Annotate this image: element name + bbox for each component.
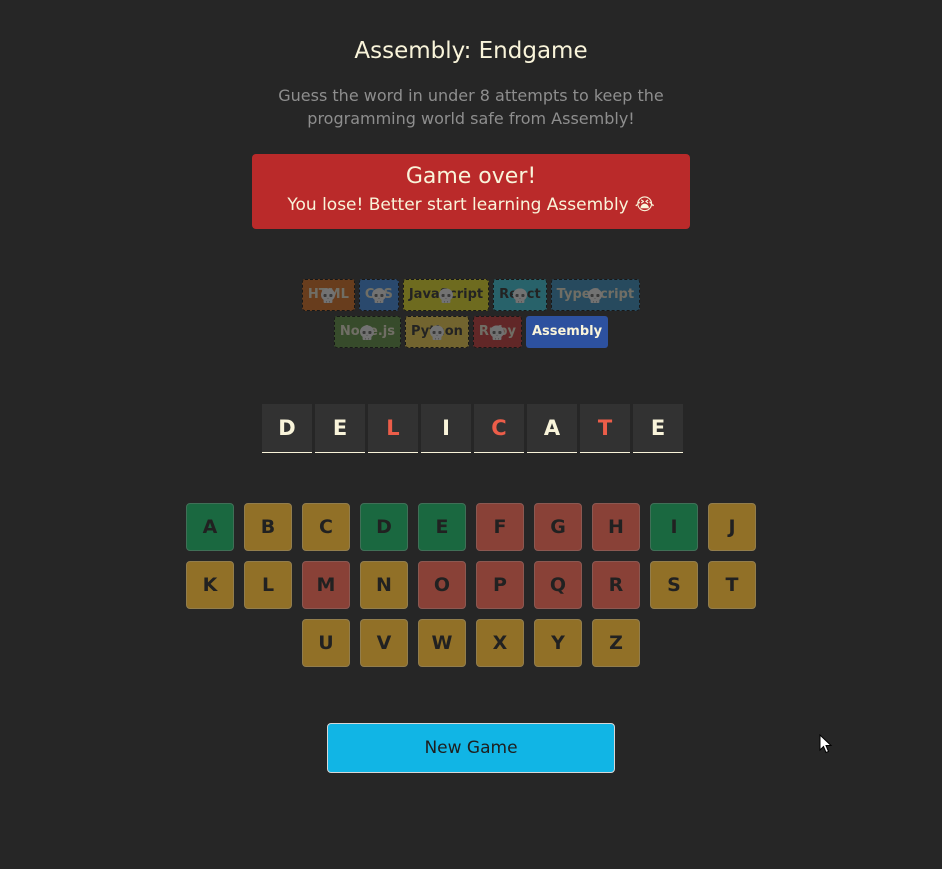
skull-icon (586, 286, 604, 304)
key-h[interactable]: H (592, 503, 640, 551)
skull-icon (437, 286, 455, 304)
language-chip-ruby: Ruby (472, 316, 522, 348)
key-x[interactable]: X (476, 619, 524, 667)
language-chip-label: Assembly (531, 324, 603, 339)
keyboard-row: UVWXYZ (176, 619, 766, 667)
language-chip-react: React (493, 279, 547, 311)
word-letter: D (262, 404, 312, 453)
word-letter: T (580, 404, 630, 453)
key-g[interactable]: G (534, 503, 582, 551)
language-chip-python: Python (404, 316, 469, 348)
key-o[interactable]: O (418, 561, 466, 609)
key-u[interactable]: U (302, 619, 350, 667)
skull-icon (488, 323, 506, 341)
language-chip-row: Node.jsPythonRuby Assembly (0, 316, 942, 348)
crying-emoji-icon: 😭 (634, 195, 655, 215)
language-chip-row: HTMLCSSJavaScriptReactTypeScript (0, 279, 942, 311)
mouse-cursor-icon (819, 734, 833, 754)
key-p[interactable]: P (476, 561, 524, 609)
word-letter: L (368, 404, 418, 453)
key-y[interactable]: Y (534, 619, 582, 667)
key-m[interactable]: M (302, 561, 350, 609)
key-w[interactable]: W (418, 619, 466, 667)
key-b[interactable]: B (244, 503, 292, 551)
key-i[interactable]: I (650, 503, 698, 551)
skull-icon (370, 286, 388, 304)
word-letter: E (633, 404, 683, 453)
language-chips: HTMLCSSJavaScriptReactTypeScript Node.js… (0, 279, 942, 353)
word-display: DELICATE (262, 404, 683, 453)
key-z[interactable]: Z (592, 619, 640, 667)
key-n[interactable]: N (360, 561, 408, 609)
game-subtitle: Guess the word in under 8 attempts to ke… (278, 86, 664, 128)
game-title: Assembly: Endgame (354, 38, 588, 64)
key-d[interactable]: D (360, 503, 408, 551)
language-chip-typescript: TypeScript (550, 279, 641, 311)
key-c[interactable]: C (302, 503, 350, 551)
key-q[interactable]: Q (534, 561, 582, 609)
keyboard: ABCDEFGHIJ KLMNOPQRST UVWXYZ (176, 503, 766, 677)
language-chip-assembly: Assembly (525, 316, 609, 348)
language-chip-nodejs: Node.js (333, 316, 401, 348)
game-status-banner: Game over! You lose! Better start learni… (252, 154, 690, 229)
key-a[interactable]: A (186, 503, 234, 551)
word-letter: C (474, 404, 524, 453)
word-letter: I (421, 404, 471, 453)
key-r[interactable]: R (592, 561, 640, 609)
key-t[interactable]: T (708, 561, 756, 609)
key-l[interactable]: L (244, 561, 292, 609)
skull-icon (319, 286, 337, 304)
status-title: Game over! (405, 164, 537, 189)
word-letter: A (527, 404, 577, 453)
keyboard-row: ABCDEFGHIJ (176, 503, 766, 551)
skull-icon (428, 323, 446, 341)
language-chip-html: HTML (301, 279, 355, 311)
key-j[interactable]: J (708, 503, 756, 551)
keyboard-row: KLMNOPQRST (176, 561, 766, 609)
language-chip-javascript: JavaScript (402, 279, 490, 311)
key-s[interactable]: S (650, 561, 698, 609)
key-v[interactable]: V (360, 619, 408, 667)
new-game-button[interactable]: New Game (327, 723, 615, 773)
key-f[interactable]: F (476, 503, 524, 551)
language-chip-css: CSS (358, 279, 399, 311)
key-e[interactable]: E (418, 503, 466, 551)
skull-icon (511, 286, 529, 304)
word-letter: E (315, 404, 365, 453)
key-k[interactable]: K (186, 561, 234, 609)
status-message-line: You lose! Better start learning Assembly… (252, 195, 690, 215)
skull-icon (358, 323, 376, 341)
status-message: You lose! Better start learning Assembly (287, 195, 629, 215)
